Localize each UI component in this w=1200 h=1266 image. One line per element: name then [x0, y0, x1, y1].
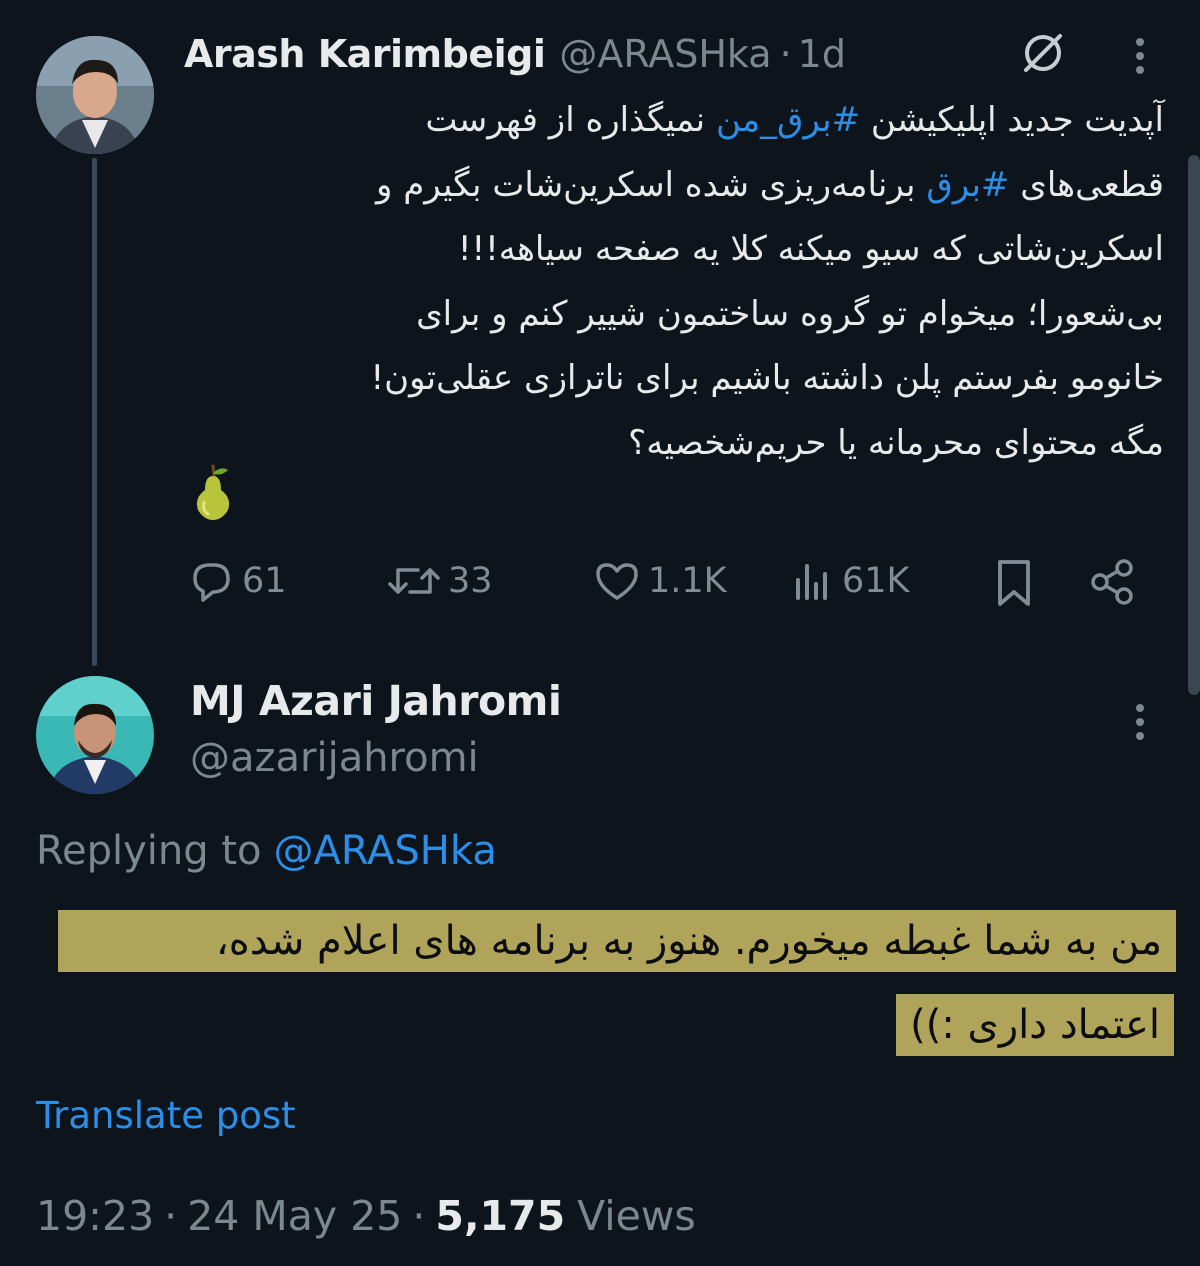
footer-separator-1: ·: [164, 1192, 178, 1240]
tweet-line-5: خانومو بفرستم پلن داشته باشیم برای ناترا…: [370, 358, 1164, 398]
repost-icon: [388, 568, 440, 594]
tweet-line-4: بی‌شعورا؛ میخوام تو گروه ساختمون شییر کن…: [416, 293, 1164, 334]
bookmark-icon: [998, 560, 1030, 606]
reply-icon: [193, 563, 230, 602]
bookmark-button[interactable]: [992, 558, 1036, 608]
reply-count: 61: [242, 561, 287, 601]
views-button[interactable]: 61K: [790, 558, 910, 604]
reply-line-1: من به شما غبطه میخورم. هنوز به برنامه ها…: [58, 910, 1176, 972]
post-views-count: 5,175: [435, 1192, 566, 1240]
views-icon: [796, 564, 827, 600]
timestamp[interactable]: 1d: [798, 32, 846, 76]
author-handle[interactable]: @ARASHka: [559, 32, 771, 76]
tweet-line-1: آپدیت جدید اپلیکیشن #برق_من نمیگذاره از …: [425, 100, 1164, 140]
avatar-azari[interactable]: [36, 676, 154, 794]
reply-author-row: MJ Azari Jahromi: [190, 672, 562, 730]
reply-more-icon[interactable]: [1120, 700, 1160, 744]
tweet-line-3: اسکرین‌شاتی که سیو میکنه کلا یه صفحه سیا…: [457, 229, 1164, 269]
author-name[interactable]: Arash Karimbeigi: [184, 32, 546, 76]
repost-count: 33: [448, 561, 493, 601]
grok-icon[interactable]: [1016, 28, 1070, 78]
post-footer: 19:23 · 24 May 25 · 5,175 Views: [36, 1186, 696, 1246]
like-button[interactable]: 1.1K: [592, 558, 727, 604]
tweet-line-2: قطعی‌های #برق برنامه‌ریزی شده اسکرین‌شات…: [375, 164, 1164, 205]
header-separator: ·: [779, 32, 792, 76]
repost-button[interactable]: 33: [386, 558, 493, 604]
footer-separator-2: ·: [412, 1192, 426, 1240]
views-count: 61K: [842, 561, 910, 601]
tweet-line-6: مگه محتوای محرمانه یا حریم‌شخصیه؟: [628, 422, 1164, 463]
post-time[interactable]: 19:23: [36, 1192, 154, 1240]
reply-line-2: اعتماد داری :)): [896, 994, 1174, 1056]
hashtag-bargh-man[interactable]: #برق_من: [716, 100, 860, 140]
scrollbar[interactable]: [1188, 155, 1200, 695]
like-count: 1.1K: [648, 561, 727, 601]
replying-to: Replying to @ARASHka: [36, 822, 497, 880]
reply-author-handle[interactable]: @azarijahromi: [190, 735, 479, 781]
avatar-arash[interactable]: [36, 36, 154, 154]
post-views-label[interactable]: Views: [577, 1192, 696, 1240]
reply-button[interactable]: 61: [186, 558, 287, 604]
post-date[interactable]: 24 May 25: [187, 1192, 402, 1240]
pear-emoji: [190, 462, 236, 522]
tweet-header: Arash Karimbeigi @ARASHka · 1d: [184, 26, 846, 82]
like-icon: [596, 563, 638, 600]
reply-handle-row: @azarijahromi: [190, 730, 479, 786]
more-icon[interactable]: [1120, 34, 1160, 78]
translate-post-link[interactable]: Translate post: [36, 1094, 296, 1137]
reply-author-name[interactable]: MJ Azari Jahromi: [190, 677, 562, 725]
post-detail-view: Arash Karimbeigi @ARASHka · 1d آپدیت جدی…: [0, 0, 1200, 1266]
replying-to-label: Replying to: [36, 828, 262, 874]
tweet-text: آپدیت جدید اپلیکیشن #برق_من نمیگذاره از …: [264, 88, 1164, 475]
share-icon: [1091, 559, 1133, 605]
share-button[interactable]: [1086, 556, 1138, 608]
hashtag-bargh[interactable]: #برق: [926, 165, 1009, 205]
translate-row: Translate post: [36, 1088, 296, 1142]
replying-to-mention[interactable]: @ARASHka: [274, 828, 497, 874]
thread-connector-line: [92, 158, 97, 666]
action-bar: 61 33 1.1K 61K: [186, 552, 1146, 612]
